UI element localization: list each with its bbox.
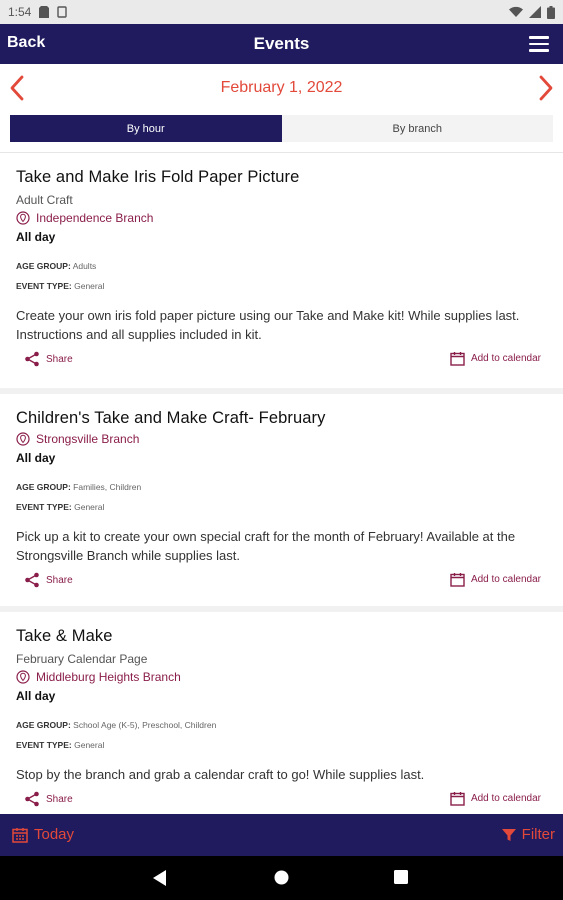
event-description: Stop by the branch and grab a calendar c… — [16, 767, 425, 782]
add-to-calendar-label: Add to calendar — [470, 353, 541, 364]
share-label: Share — [46, 574, 73, 586]
age-group-row: AGE GROUP: Adults — [16, 261, 547, 271]
status-left: 1:54 — [8, 5, 68, 19]
today-button[interactable]: Today — [12, 826, 74, 843]
nav-recents-icon[interactable] — [394, 870, 408, 884]
event-card[interactable]: Take and Make Iris Fold Paper Picture Ad… — [0, 153, 563, 394]
add-to-calendar-label: Add to calendar — [470, 574, 541, 585]
event-title: Children's Take and Make Craft- February — [16, 409, 326, 427]
calendar-icon — [450, 573, 465, 587]
filter-icon — [501, 828, 516, 841]
sd-card-icon — [39, 6, 50, 18]
event-branch[interactable]: Strongsville Branch — [16, 432, 547, 446]
event-type-value: General — [74, 281, 105, 291]
share-icon — [25, 572, 39, 588]
system-navigation-bar — [0, 856, 563, 900]
event-branch-label: Independence Branch — [36, 211, 154, 225]
event-branch[interactable]: Independence Branch — [16, 211, 547, 225]
calendar-icon — [450, 792, 465, 806]
age-group-row: AGE GROUP: Families, Children — [16, 482, 547, 492]
event-type-label: EVENT TYPE: — [16, 502, 72, 512]
event-time: All day — [16, 451, 56, 465]
chevron-right-icon[interactable] — [531, 74, 559, 102]
event-type-row: EVENT TYPE: General — [16, 502, 547, 512]
status-time: 1:54 — [8, 5, 32, 19]
event-subtitle: February Calendar Page — [16, 652, 148, 666]
add-to-calendar-button[interactable]: Add to calendar — [450, 572, 541, 587]
current-date: February 1, 2022 — [220, 79, 343, 96]
tab-by-branch[interactable]: By branch — [282, 115, 554, 142]
event-title: Take and Make Iris Fold Paper Picture — [16, 168, 300, 186]
event-actions: Share Add to calendar — [16, 569, 547, 595]
share-button[interactable]: Share — [24, 791, 73, 807]
add-to-calendar-button[interactable]: Add to calendar — [450, 351, 541, 366]
date-navigation: February 1, 2022 — [0, 64, 563, 112]
event-time: All day — [16, 230, 56, 244]
event-type-label: EVENT TYPE: — [16, 740, 72, 750]
share-label: Share — [46, 793, 73, 805]
add-to-calendar-label: Add to calendar — [470, 793, 541, 804]
event-type-label: EVENT TYPE: — [16, 281, 72, 291]
battery-icon — [547, 5, 555, 19]
event-subtitle: Adult Craft — [16, 193, 73, 207]
event-title: Take & Make — [16, 627, 113, 645]
event-card[interactable]: Children's Take and Make Craft- February… — [0, 394, 563, 612]
event-type-row: EVENT TYPE: General — [16, 281, 547, 291]
event-list: Take and Make Iris Fold Paper Picture Ad… — [0, 152, 563, 814]
signal-icon — [529, 6, 541, 18]
status-bar: 1:54 — [0, 0, 563, 24]
filter-button[interactable]: Filter — [501, 826, 555, 843]
event-description: Pick up a kit to create your own special… — [16, 529, 516, 563]
calendar-icon — [450, 352, 465, 366]
app-bar: Back Events — [0, 24, 563, 64]
event-branch-label: Middleburg Heights Branch — [36, 670, 181, 684]
age-group-label: AGE GROUP: — [16, 482, 71, 492]
event-actions: Share Add to calendar — [16, 788, 547, 814]
event-type-row: EVENT TYPE: General — [16, 740, 547, 750]
age-group-value: Families, Children — [73, 482, 142, 492]
wifi-icon — [509, 6, 523, 17]
event-actions: Share Add to calendar — [16, 348, 547, 374]
location-pin-icon — [16, 211, 30, 225]
notification-icon — [57, 6, 68, 18]
share-icon — [25, 791, 39, 807]
share-icon — [25, 351, 39, 367]
filter-label: Filter — [521, 826, 555, 843]
tab-by-hour[interactable]: By hour — [10, 115, 282, 142]
event-time: All day — [16, 689, 56, 703]
menu-icon[interactable] — [529, 36, 549, 52]
nav-home-icon[interactable] — [274, 870, 289, 885]
share-label: Share — [46, 353, 73, 365]
nav-back-icon[interactable] — [153, 870, 167, 886]
event-type-value: General — [74, 740, 105, 750]
age-group-value: School Age (K-5), Preschool, Children — [73, 720, 217, 730]
add-to-calendar-button[interactable]: Add to calendar — [450, 791, 541, 806]
age-group-label: AGE GROUP: — [16, 720, 71, 730]
event-description: Create your own iris fold paper picture … — [16, 308, 520, 342]
calendar-icon — [12, 827, 28, 843]
age-group-label: AGE GROUP: — [16, 261, 71, 271]
share-button[interactable]: Share — [24, 572, 73, 588]
share-button[interactable]: Share — [24, 351, 73, 367]
age-group-row: AGE GROUP: School Age (K-5), Preschool, … — [16, 720, 547, 730]
event-branch-label: Strongsville Branch — [36, 432, 140, 446]
event-type-value: General — [74, 502, 105, 512]
age-group-value: Adults — [72, 261, 97, 271]
location-pin-icon — [16, 670, 30, 684]
bottom-tab-bar: Today Filter — [0, 814, 563, 856]
event-branch[interactable]: Middleburg Heights Branch — [16, 670, 547, 684]
page-title: Events — [253, 34, 310, 53]
status-right — [509, 5, 555, 19]
view-toggle: By hour By branch — [10, 115, 553, 142]
location-pin-icon — [16, 432, 30, 446]
event-card[interactable]: Take & Make February Calendar Page Middl… — [0, 612, 563, 814]
today-label: Today — [34, 826, 75, 843]
